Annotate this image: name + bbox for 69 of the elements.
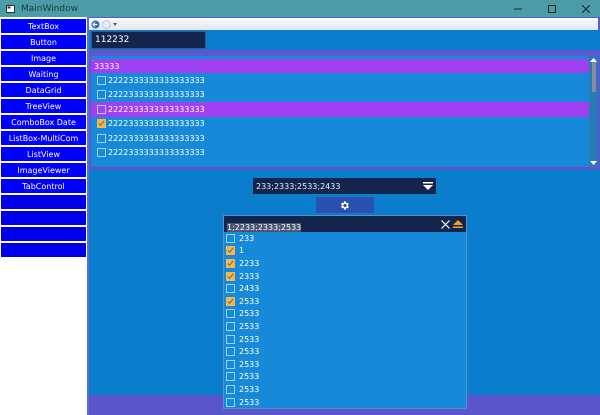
option-item[interactable]: 2533 — [224, 320, 466, 333]
checkbox[interactable] — [226, 384, 235, 394]
list-item[interactable]: 2222333333333333333 — [91, 88, 589, 102]
option-item[interactable]: 2533 — [224, 294, 466, 308]
nav-button[interactable]: Image — [1, 51, 86, 65]
nav-button[interactable]: TextBox — [1, 19, 86, 33]
list-item[interactable]: 2222333333333333333 — [91, 73, 589, 88]
nav-button[interactable]: TreeView — [1, 99, 86, 113]
checkbox[interactable] — [226, 234, 235, 243]
checkbox[interactable] — [97, 76, 106, 85]
list-item[interactable]: 2222333333333333333 — [91, 131, 589, 146]
checkbox[interactable] — [97, 119, 106, 128]
window-title: MainWindow — [21, 4, 79, 14]
checkbox[interactable] — [226, 398, 235, 407]
text-field[interactable]: 112232 — [91, 31, 206, 49]
checkbox[interactable] — [97, 148, 106, 158]
checkbox[interactable] — [97, 134, 106, 143]
scroll-up-icon[interactable] — [590, 58, 597, 62]
combo-box[interactable]: 233;2333;2533;2433 — [253, 178, 436, 194]
checkbox[interactable] — [226, 360, 235, 369]
checkbox[interactable] — [226, 372, 235, 382]
option-item[interactable]: 2533 — [224, 332, 466, 346]
list-item[interactable]: 2222333333333333333 — [91, 102, 589, 116]
clear-button[interactable] — [441, 220, 450, 228]
nav-button[interactable]: DataGrid — [1, 83, 86, 97]
option-item[interactable]: 2533 — [224, 370, 466, 384]
back-button[interactable] — [91, 20, 100, 28]
nav-button[interactable]: Button — [1, 35, 86, 49]
option-item[interactable]: 2433 — [224, 282, 466, 295]
option-item[interactable]: 2533 — [224, 383, 466, 396]
checkbox[interactable] — [97, 104, 106, 114]
option-item[interactable]: 2533 — [224, 308, 466, 320]
checkbox[interactable] — [226, 246, 235, 256]
option-item[interactable]: 2233 — [224, 257, 466, 270]
list-item[interactable]: 2222333333333333333 — [91, 116, 589, 131]
close-icon — [582, 4, 590, 12]
checkbox[interactable] — [226, 284, 235, 294]
window-icon — [6, 4, 15, 12]
nav-button[interactable]: ListBox-MultiCom — [1, 131, 86, 145]
checkbox[interactable] — [226, 309, 235, 318]
option-item[interactable]: 233 — [224, 232, 466, 245]
list-item[interactable]: 2222333333333333333 — [91, 146, 589, 160]
scrollbar[interactable] — [589, 56, 598, 167]
nav-button[interactable]: ListView — [1, 147, 86, 161]
dropdown-icon — [423, 182, 433, 190]
option-item[interactable]: 2533 — [224, 396, 466, 408]
checkbox[interactable] — [226, 347, 235, 356]
selection-text: 1;2233;2333;2533 — [227, 222, 302, 232]
option-item[interactable]: 1 — [224, 244, 466, 258]
list-header: 33333 — [91, 59, 589, 73]
maximize-icon — [548, 4, 556, 12]
checkbox[interactable] — [226, 334, 235, 344]
nav-button[interactable]: Waiting — [1, 67, 86, 81]
scroll-down-icon[interactable] — [590, 161, 597, 165]
option-item[interactable]: 2333 — [224, 270, 466, 282]
gear-icon — [339, 200, 350, 210]
nav-button[interactable]: ComboBox Date — [1, 115, 86, 129]
nav-button[interactable]: ImageViewer — [1, 163, 86, 177]
checkbox[interactable] — [226, 296, 235, 306]
checkbox[interactable] — [226, 322, 235, 331]
caret-icon — [113, 22, 117, 26]
settings-button[interactable] — [316, 197, 374, 213]
option-item[interactable]: 2533 — [224, 358, 466, 371]
checkbox[interactable] — [226, 272, 235, 281]
nav-button[interactable]: TabControl — [1, 179, 86, 193]
checkbox[interactable] — [97, 90, 106, 100]
collapse-button[interactable] — [453, 220, 463, 228]
option-item[interactable]: 2533 — [224, 345, 466, 358]
checkbox[interactable] — [226, 258, 235, 268]
